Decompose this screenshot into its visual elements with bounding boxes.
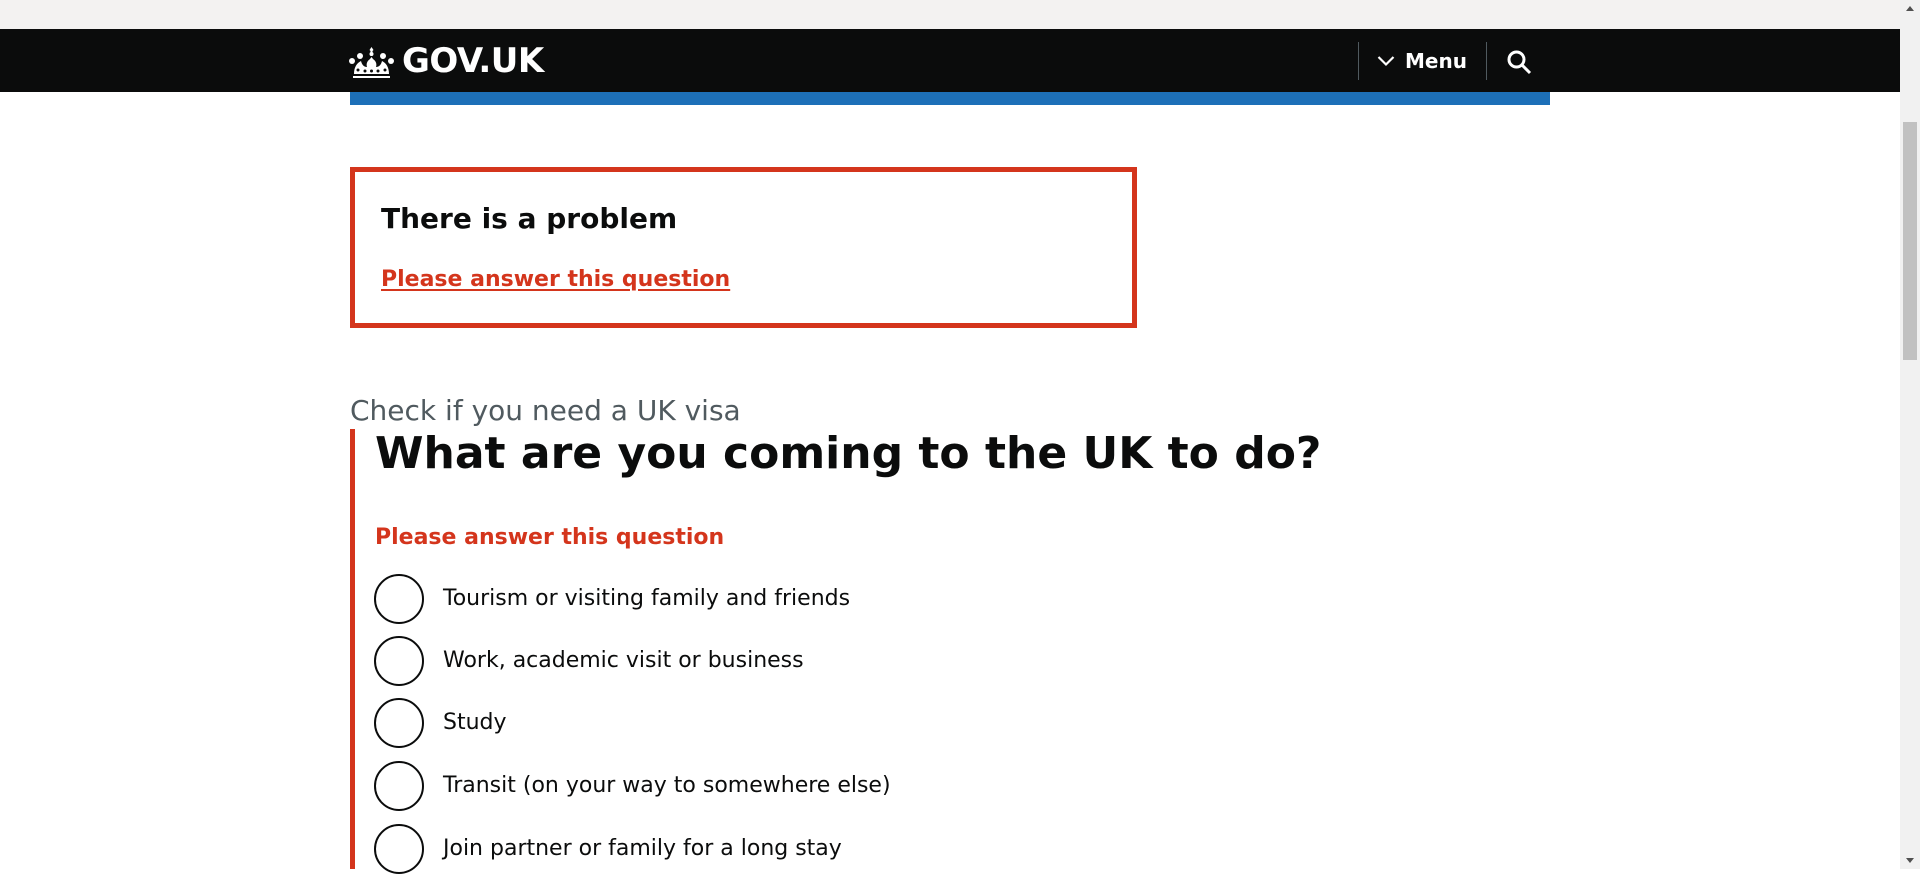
radio-button[interactable]	[374, 636, 424, 686]
chevron-down-icon	[1377, 56, 1395, 67]
scrollbar[interactable]	[1900, 0, 1920, 869]
govuk-logo-link[interactable]: GOV.UK	[349, 41, 544, 81]
page-title: What are you coming to the UK to do?	[375, 428, 1322, 479]
radio-label: Transit (on your way to somewhere else)	[443, 773, 891, 798]
scrollbar-thumb[interactable]	[1903, 122, 1917, 360]
error-border	[350, 429, 355, 869]
field-error-message: Please answer this question	[375, 525, 725, 550]
menu-label: Menu	[1405, 49, 1467, 73]
header-blue-bar	[350, 92, 1550, 105]
site-header: GOV.UK Menu	[0, 29, 1900, 92]
scroll-down-arrow[interactable]	[1900, 852, 1920, 869]
radio-label: Join partner or family for a long stay	[443, 836, 842, 861]
logo-text: GOV.UK	[402, 41, 544, 81]
crown-icon	[349, 46, 394, 78]
radio-label: Tourism or visiting family and friends	[443, 586, 851, 611]
error-summary-title: There is a problem	[381, 202, 678, 235]
error-summary-link[interactable]: Please answer this question	[381, 265, 730, 295]
radio-button[interactable]	[374, 574, 424, 624]
search-button[interactable]	[1487, 33, 1551, 91]
scroll-up-arrow[interactable]	[1900, 0, 1920, 17]
search-icon	[1507, 50, 1532, 75]
form-caption: Check if you need a UK visa	[350, 394, 741, 427]
radio-option-study[interactable]: Study	[374, 697, 1274, 749]
radio-label: Work, academic visit or business	[443, 648, 804, 673]
radio-option-work[interactable]: Work, academic visit or business	[374, 635, 1274, 687]
radio-button[interactable]	[374, 761, 424, 811]
radio-option-tourism[interactable]: Tourism or visiting family and friends	[374, 573, 1274, 625]
radio-option-family[interactable]: Join partner or family for a long stay	[374, 823, 1274, 875]
triangle-up-icon	[1906, 6, 1914, 11]
radio-button[interactable]	[374, 824, 424, 874]
menu-button[interactable]: Menu	[1359, 42, 1485, 80]
radio-button[interactable]	[374, 698, 424, 748]
error-summary: There is a problem Please answer this qu…	[350, 167, 1137, 328]
radio-label: Study	[443, 710, 507, 735]
triangle-down-icon	[1906, 858, 1914, 863]
browser-top-strip	[0, 0, 1900, 29]
radio-option-transit[interactable]: Transit (on your way to somewhere else)	[374, 760, 1274, 812]
